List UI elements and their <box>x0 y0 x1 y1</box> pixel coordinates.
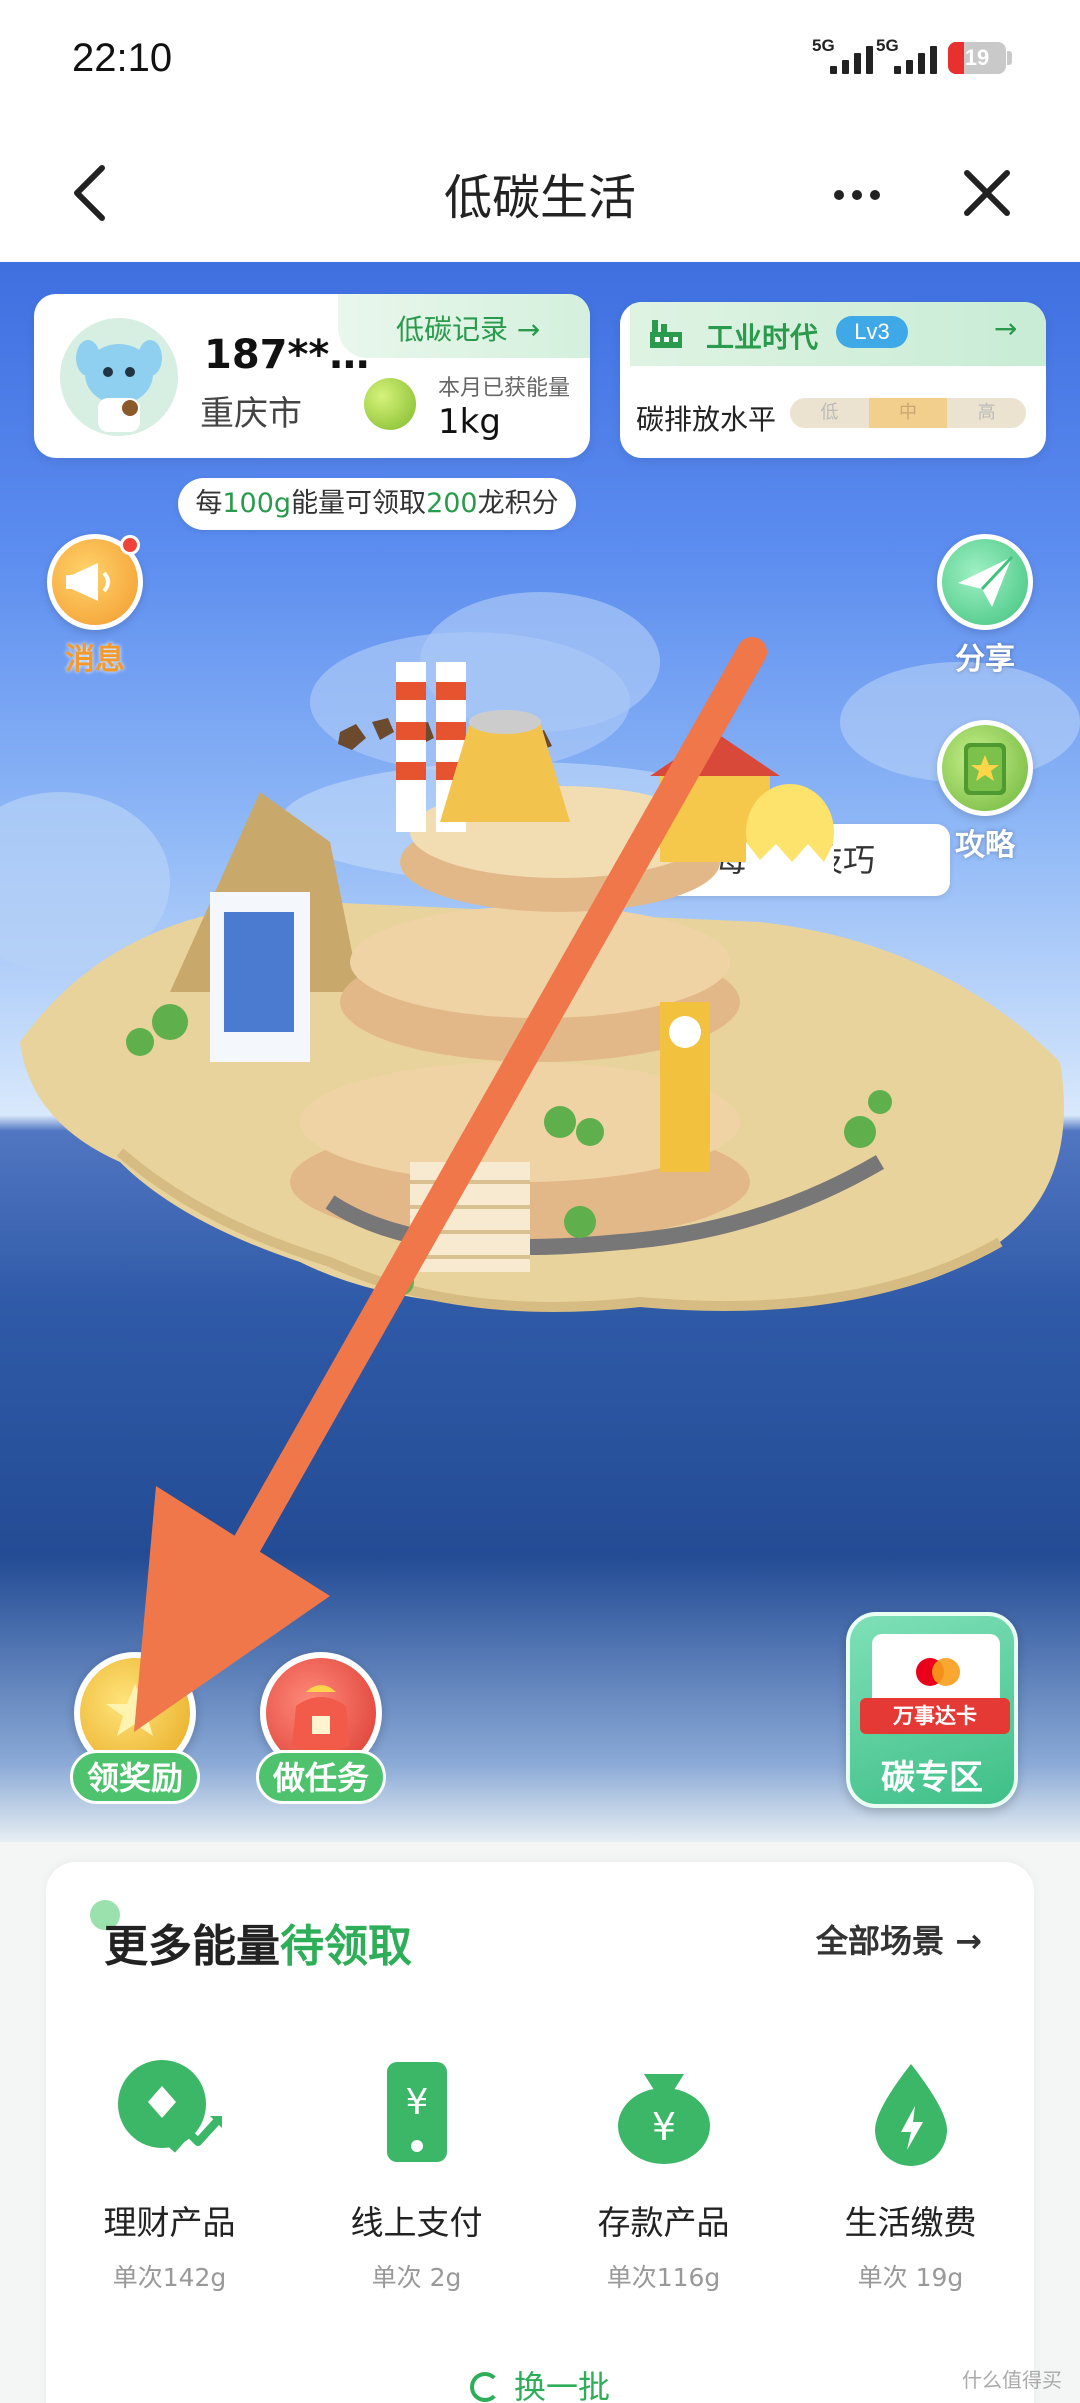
arrow-right-icon: → <box>994 312 1018 345</box>
refresh-button[interactable]: 换一批 <box>46 2362 1034 2403</box>
svg-text:¥: ¥ <box>651 2105 675 2149</box>
energy-exchange-tip: 每100g能量可领取200龙积分 <box>178 478 576 530</box>
mastercard-ribbon: 万事达卡 <box>860 1698 1010 1734</box>
money-bag-icon: ¥ <box>604 2052 724 2172</box>
scene-item-deposit[interactable]: ¥ 存款产品 单次116g <box>540 2052 787 2294</box>
svg-text:¥: ¥ <box>405 2082 428 2123</box>
finance-icon <box>110 2052 230 2172</box>
more-energy-panel: 更多能量待领取 全部场景 → 理财产品 单次142g ¥ 线上支付 单次 2g … <box>46 1862 1034 2403</box>
month-energy-label: 本月已获能量 <box>438 376 571 401</box>
scene-item-utilities[interactable]: 生活缴费 单次 19g <box>787 2052 1034 2294</box>
page-title: 低碳生活 <box>443 170 636 226</box>
month-energy-value: 1kg <box>438 402 501 442</box>
scene-item-online-pay[interactable]: ¥ 线上支付 单次 2g <box>293 2052 540 2294</box>
scene-energy: 单次116g <box>606 2263 721 2292</box>
carbon-zone-label: 碳专区 <box>881 1758 983 1798</box>
refresh-label: 换一批 <box>513 2368 610 2403</box>
scene-energy: 单次142g <box>112 2263 227 2292</box>
energy-leaf-icon <box>364 378 416 430</box>
task-button[interactable]: 做任务 <box>256 1652 387 1804</box>
more-dots-icon[interactable] <box>826 160 896 230</box>
carbon-record-label: 低碳记录 → <box>396 313 541 346</box>
scene-name: 线上支付 <box>350 2203 483 2242</box>
signal-icon: 5G <box>812 36 876 74</box>
reward-label: 领奖励 <box>70 1750 201 1804</box>
scene-item-finance[interactable]: 理财产品 单次142g <box>46 2052 293 2294</box>
watermark: 什么值得买 <box>962 2368 1062 2392</box>
battery-icon: 19 <box>948 42 1006 74</box>
emission-level-bar: 低 中 高 <box>790 398 1026 428</box>
factory-icon <box>650 320 682 348</box>
avatar <box>60 318 178 436</box>
signal-icon: 5G <box>876 36 940 74</box>
island-scene: 187**… 重庆市 低碳记录 → 本月已获能量 1kg 工业时代 Lv3 → … <box>0 262 1080 1842</box>
level-mid: 中 <box>868 398 948 428</box>
carbon-record-link[interactable]: 低碳记录 → <box>338 294 590 358</box>
scene-name: 生活缴费 <box>844 2203 977 2242</box>
panel-title-main: 更多能量 <box>104 1921 280 1972</box>
battery-tip <box>1007 51 1012 65</box>
close-icon[interactable] <box>952 158 1022 228</box>
era-card[interactable]: 工业时代 Lv3 → 碳排放水平 低 中 高 <box>620 302 1046 458</box>
user-card[interactable]: 187**… 重庆市 低碳记录 → 本月已获能量 1kg <box>34 294 590 458</box>
scene-name: 理财产品 <box>103 2203 236 2242</box>
status-bar: 22:10 5G 5G 19 <box>0 0 1080 120</box>
scene-energy: 单次 2g <box>371 2263 462 2292</box>
status-time: 22:10 <box>72 36 173 80</box>
tip-text: 每 <box>195 488 223 519</box>
scene-energy: 单次 19g <box>857 2263 964 2292</box>
era-header[interactable]: 工业时代 Lv3 → <box>630 302 1046 366</box>
emission-label: 碳排放水平 <box>636 403 777 436</box>
nav-bar: 低碳生活 <box>0 120 1080 262</box>
refresh-icon <box>469 2372 500 2402</box>
tip-text: 能量可领取 <box>291 488 427 519</box>
tip-points-value: 200 <box>426 488 478 519</box>
reward-button[interactable]: 领奖励 <box>70 1652 201 1804</box>
panel-title: 更多能量待领取 <box>104 1910 412 1974</box>
user-city: 重庆市 <box>200 394 302 434</box>
energy-scenes-list: 理财产品 单次142g ¥ 线上支付 单次 2g ¥ 存款产品 单次116g 生… <box>46 2052 1034 2294</box>
all-scenes-link[interactable]: 全部场景 → <box>816 1916 982 1962</box>
scene-name: 存款产品 <box>597 2203 730 2242</box>
level-high: 高 <box>977 402 996 423</box>
carbon-zone-button[interactable]: 万事达卡 碳专区 <box>846 1612 1018 1808</box>
level-badge: Lv3 <box>836 316 908 348</box>
panel-title-highlight: 待领取 <box>280 1921 412 1972</box>
energy-drop-icon <box>851 2052 971 2172</box>
era-name: 工业时代 <box>706 321 819 354</box>
tip-text: 龙积分 <box>477 488 559 519</box>
level-low: 低 <box>820 402 839 423</box>
phone-pay-icon: ¥ <box>357 2052 477 2172</box>
unread-badge <box>120 535 140 555</box>
tip-energy-value: 100g <box>222 488 292 519</box>
task-label: 做任务 <box>256 1750 387 1804</box>
